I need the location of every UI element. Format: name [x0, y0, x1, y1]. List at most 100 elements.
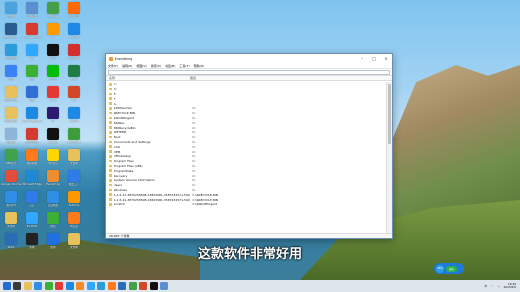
clock[interactable]: 16:29 2023/6/6: [503, 282, 516, 290]
taskbar-app-icon[interactable]: [76, 282, 84, 290]
wifi-icon[interactable]: ◠: [491, 285, 493, 288]
desktop-icon[interactable]: 剪映: [22, 233, 42, 249]
taskbar-app-icon[interactable]: [97, 282, 105, 290]
desktop-icon[interactable]: QQ音乐: [43, 149, 63, 165]
menu-bookmarks[interactable]: 书签(B): [165, 64, 175, 68]
desktop-icon[interactable]: 迅雷: [22, 86, 42, 102]
taskbar-app-icon[interactable]: [34, 282, 42, 290]
taskbar-app-icon[interactable]: [65, 282, 74, 290]
desktop-icon[interactable]: 钉钉: [22, 191, 42, 207]
result-row[interactable]: Intel C:: [106, 144, 386, 149]
result-row[interactable]: Documents and Settings C:: [106, 140, 386, 145]
result-row[interactable]: OfficeSetup C:: [106, 154, 386, 159]
desktop-icon[interactable]: ToDesk: [64, 107, 84, 123]
desktop-icon[interactable]: 文件夹: [64, 233, 84, 249]
result-row[interactable]: S-1-5-21-3870258508-15823981-3587232571-…: [106, 197, 386, 202]
desktop-icon[interactable]: Word: [1, 233, 21, 249]
desktop-icon[interactable]: WPS: [43, 86, 63, 102]
taskbar-app-icon[interactable]: [44, 282, 53, 290]
desktop-icon[interactable]: Internet Explorer: [21, 107, 43, 123]
desktop-icon[interactable]: Ai: [43, 23, 63, 39]
desktop-icon[interactable]: 回收站: [1, 128, 21, 144]
menu-edit[interactable]: 编辑(E): [122, 64, 132, 68]
result-row[interactable]: 360RecycleBin C:: [106, 125, 386, 130]
result-row[interactable]: S-1-5-21-3870258508-15823981-3587232571-…: [106, 192, 386, 197]
desktop-icon[interactable]: CapCut: [43, 128, 63, 144]
result-row[interactable]: Scratch C:\$WinREAgent: [106, 202, 386, 207]
desktop-icon[interactable]: PR: [43, 107, 63, 123]
taskbar-app-icon[interactable]: [107, 282, 116, 290]
desktop-icon[interactable]: Foxmail: [64, 23, 84, 39]
result-row[interactable]: OEM C:: [106, 149, 386, 154]
desktop-icon[interactable]: 抖音: [43, 44, 63, 60]
taskbar-app-icon[interactable]: [128, 282, 137, 290]
menu-view[interactable]: 视图(V): [136, 64, 146, 68]
result-row[interactable]: AMTEMP C:: [106, 130, 386, 135]
desktop-icon[interactable]: Everything: [43, 170, 63, 186]
maximize-button[interactable]: □: [368, 54, 380, 63]
result-row[interactable]: Recovery C:: [106, 173, 386, 178]
taskbar-app-icon[interactable]: [139, 282, 147, 290]
column-path-header[interactable]: 路径: [188, 76, 392, 80]
desktop-icon[interactable]: 控制面板: [22, 2, 42, 18]
taskbar-app-icon[interactable]: [23, 282, 32, 290]
result-row[interactable]: $360Section C:: [106, 106, 386, 111]
desktop-icon[interactable]: 阿里旺旺: [64, 2, 84, 18]
desktop-icon[interactable]: 百度网盘: [43, 191, 63, 207]
vertical-scrollbar[interactable]: [386, 82, 392, 233]
desktop-icon[interactable]: 新建文件夹: [1, 86, 21, 102]
close-button[interactable]: ×: [380, 54, 392, 63]
result-row[interactable]: $RECYCLE.BIN C:: [106, 111, 386, 116]
desktop-icon[interactable]: Adobe Acrobat: [22, 23, 42, 39]
desktop-icon[interactable]: Excel: [64, 65, 84, 81]
volume-icon[interactable]: ◁: [497, 285, 499, 288]
taskbar-app-icon[interactable]: [13, 282, 21, 290]
desktop-icon[interactable]: QQ浏览器: [1, 44, 21, 60]
desktop-icon[interactable]: 文件夹: [1, 212, 21, 228]
desktop-icon[interactable]: 微信: [43, 212, 63, 228]
desktop-icon[interactable]: 腾讯视频: [22, 149, 42, 165]
weather-widget[interactable]: 26% 省电: [434, 263, 464, 274]
minimize-button[interactable]: –: [356, 54, 368, 63]
result-row[interactable]: ProgramData C:: [106, 168, 386, 173]
result-row[interactable]: 360Rec C:: [106, 120, 386, 125]
desktop-icon[interactable]: 网易邮箱: [64, 44, 84, 60]
taskbar-app-icon[interactable]: [149, 282, 158, 290]
desktop-icon[interactable]: 此电脑: [1, 2, 21, 18]
result-row[interactable]: Program Files (x86) C:: [106, 164, 386, 169]
desktop-icon[interactable]: 文件夹: [64, 149, 84, 165]
desktop-icon[interactable]: 酷狗: [43, 233, 63, 249]
result-row[interactable]: Boot C:: [106, 135, 386, 140]
column-name-header[interactable]: 名称: [106, 76, 188, 80]
desktop-icon[interactable]: Sublime: [64, 191, 84, 207]
desktop-icon[interactable]: 腾讯QQ: [1, 191, 21, 207]
desktop-icon[interactable]: 新建文件夹: [1, 107, 21, 123]
search-input[interactable]: [108, 70, 390, 75]
desktop-icon[interactable]: 360杀毒: [43, 2, 63, 18]
menu-tools[interactable]: 工具(T): [179, 64, 189, 68]
desktop-icon[interactable]: PPT: [64, 86, 84, 102]
scrollbar-thumb[interactable]: [388, 84, 391, 144]
taskbar-app-icon[interactable]: [55, 282, 63, 290]
desktop-icon[interactable]: Camtasia: [64, 128, 84, 144]
menu-search[interactable]: 搜索(S): [151, 64, 161, 68]
desktop-icon[interactable]: 网易云音乐: [22, 128, 42, 144]
menu-help[interactable]: 帮助(H): [194, 64, 205, 68]
desktop-icon[interactable]: PS: [22, 44, 42, 60]
desktop-icon[interactable]: 向日葵: [64, 212, 84, 228]
desktop-icon[interactable]: Microsoft Edge: [22, 170, 42, 186]
taskbar-app-icon[interactable]: [118, 282, 126, 290]
result-row[interactable]: Windows C:: [106, 188, 386, 193]
taskbar-app-icon[interactable]: [160, 282, 168, 290]
result-row[interactable]: System Volume Information C:: [106, 178, 386, 183]
desktop-icon[interactable]: 爱奇艺: [43, 65, 63, 81]
desktop-icon[interactable]: Google Chrome: [1, 170, 21, 186]
result-row[interactable]: $WinREAgent C:: [106, 116, 386, 121]
title-bar[interactable]: Everything – □ ×: [106, 54, 392, 63]
result-row[interactable]: Program Files C:: [106, 159, 386, 164]
tray-input-method[interactable]: 中: [485, 284, 488, 288]
taskbar-app-icon[interactable]: [2, 282, 11, 290]
desktop-icon[interactable]: PS 2020: [22, 212, 42, 228]
desktop-icon[interactable]: 360安全: [1, 149, 21, 165]
taskbar-app-icon[interactable]: [86, 282, 95, 290]
